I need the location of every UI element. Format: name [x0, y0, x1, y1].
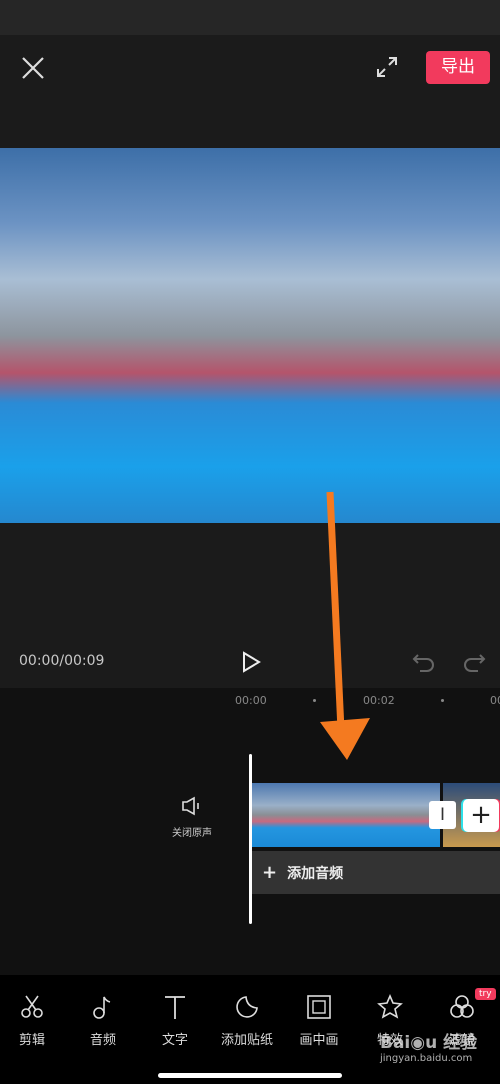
undo-icon[interactable]	[412, 651, 436, 673]
baidu-watermark-logo: Bai◉u 经验 jingyan.baidu.com	[380, 1033, 478, 1064]
tool-label: 添加贴纸	[220, 1033, 273, 1048]
transition-button[interactable]: I	[429, 801, 456, 829]
sticker-icon	[236, 996, 258, 1018]
tool-pip[interactable]: 画中画	[283, 993, 355, 1048]
status-bar	[0, 0, 500, 35]
try-badge: try	[475, 988, 496, 1000]
tool-label: 剪辑	[18, 1033, 45, 1048]
speaker-icon	[182, 796, 199, 816]
scissors-icon	[21, 995, 43, 1018]
add-clip-button[interactable]: +	[463, 799, 499, 832]
tick-dot	[313, 699, 316, 702]
playhead[interactable]	[249, 754, 252, 924]
redo-icon[interactable]	[462, 651, 486, 673]
add-audio-label: 添加音频	[287, 866, 344, 882]
tool-text[interactable]: 文字	[139, 993, 211, 1048]
mute-label: 关闭原声	[172, 828, 212, 839]
time-tick: 00:02	[363, 694, 395, 707]
star-effect-icon	[377, 993, 403, 1019]
close-icon[interactable]	[20, 55, 46, 81]
mute-original-button[interactable]: 关闭原声	[170, 796, 214, 839]
music-note-icon	[93, 996, 111, 1019]
top-bar: 导出	[0, 35, 500, 105]
play-icon[interactable]	[240, 651, 262, 673]
plus-icon: +	[262, 862, 278, 883]
tick-dot	[441, 699, 444, 702]
tool-cut[interactable]: 剪辑	[0, 993, 68, 1048]
fullscreen-icon[interactable]	[376, 56, 398, 78]
playback-time: 00:00/00:09	[19, 653, 105, 669]
picture-in-picture-icon	[307, 995, 331, 1019]
tool-audio[interactable]: 音频	[67, 993, 139, 1048]
tool-label: 画中画	[299, 1033, 339, 1048]
export-button[interactable]: 导出	[426, 51, 490, 84]
time-tick: 00	[490, 694, 500, 707]
timeline[interactable]: 00:00 00:02 00 关闭原声 I + + 添加音频	[0, 688, 500, 975]
time-tick: 00:00	[235, 694, 267, 707]
text-icon	[165, 996, 185, 1019]
home-indicator[interactable]	[158, 1073, 342, 1078]
video-clip[interactable]	[252, 783, 440, 847]
tool-label: 文字	[161, 1033, 188, 1048]
tool-sticker[interactable]: 添加贴纸	[211, 993, 283, 1048]
filter-icon	[450, 995, 474, 1018]
tool-label: 音频	[89, 1033, 116, 1048]
add-audio-button[interactable]: + 添加音频	[252, 851, 500, 894]
video-preview[interactable]	[0, 148, 500, 523]
